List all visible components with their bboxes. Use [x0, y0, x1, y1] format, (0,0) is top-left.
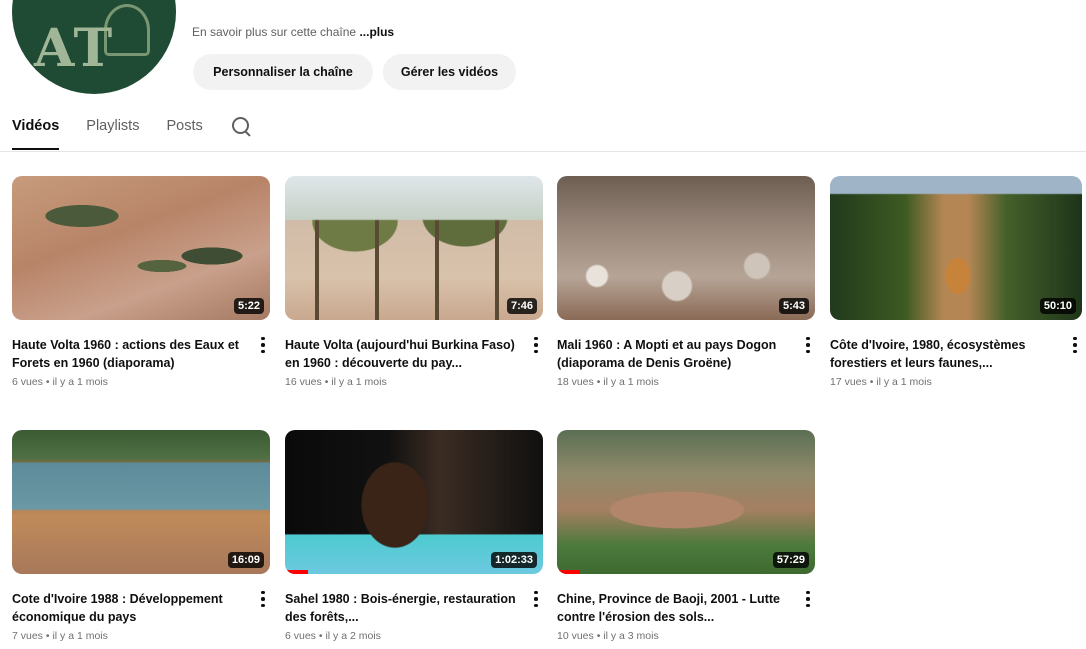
- video-card[interactable]: 5:22 Haute Volta 1960 : actions des Eaux…: [12, 176, 270, 388]
- video-duration: 1:02:33: [491, 552, 537, 568]
- video-duration: 16:09: [227, 552, 264, 568]
- more-actions-icon[interactable]: [1068, 335, 1082, 355]
- channel-about-link[interactable]: En savoir plus sur cette chaîne ...plus: [192, 25, 394, 39]
- tab-playlists[interactable]: Playlists: [86, 112, 139, 150]
- video-meta: 16 vues • il y a 1 mois: [285, 376, 387, 388]
- video-duration: 50:10: [1039, 298, 1076, 314]
- video-title[interactable]: Mali 1960 : A Mopti et au pays Dogon (di…: [557, 336, 793, 372]
- about-more-link[interactable]: ...plus: [359, 25, 394, 39]
- video-card[interactable]: 7:46 Haute Volta (aujourd'hui Burkina Fa…: [285, 176, 543, 388]
- video-meta: 10 vues • il y a 3 mois: [557, 630, 659, 642]
- video-thumbnail[interactable]: 16:09: [12, 430, 270, 574]
- video-title[interactable]: Côte d'Ivoire, 1980, écosystèmes foresti…: [830, 336, 1050, 372]
- video-card[interactable]: 57:29 Chine, Province de Baoji, 2001 - L…: [557, 430, 815, 642]
- more-actions-icon[interactable]: [801, 589, 815, 609]
- tabs-divider: [0, 151, 1086, 152]
- watch-progress-bar: [557, 570, 581, 574]
- video-title[interactable]: Sahel 1980 : Bois-énergie, restauration …: [285, 590, 521, 626]
- manage-videos-button[interactable]: Gérer les vidéos: [383, 54, 516, 90]
- video-title[interactable]: Haute Volta 1960 : actions des Eaux et F…: [12, 336, 248, 372]
- search-icon[interactable]: [230, 116, 252, 138]
- tab-videos[interactable]: Vidéos: [12, 112, 60, 150]
- video-meta: 7 vues • il y a 1 mois: [12, 630, 108, 642]
- video-duration: 57:29: [772, 552, 809, 568]
- more-actions-icon[interactable]: [529, 335, 543, 355]
- channel-avatar[interactable]: AT: [12, 0, 176, 94]
- video-meta: 6 vues • il y a 2 mois: [285, 630, 381, 642]
- video-title[interactable]: Chine, Province de Baoji, 2001 - Lutte c…: [557, 590, 793, 626]
- video-card[interactable]: 5:43 Mali 1960 : A Mopti et au pays Dogo…: [557, 176, 815, 388]
- more-actions-icon[interactable]: [256, 589, 270, 609]
- tab-posts[interactable]: Posts: [166, 112, 202, 150]
- video-card[interactable]: 1:02:33 Sahel 1980 : Bois-énergie, resta…: [285, 430, 543, 642]
- video-thumbnail[interactable]: 7:46: [285, 176, 543, 320]
- channel-logo: AT: [34, 18, 115, 79]
- video-thumbnail[interactable]: 57:29: [557, 430, 815, 574]
- video-thumbnail[interactable]: 1:02:33: [285, 430, 543, 574]
- video-card[interactable]: 50:10 Côte d'Ivoire, 1980, écosystèmes f…: [830, 176, 1082, 388]
- video-title[interactable]: Haute Volta (aujourd'hui Burkina Faso) e…: [285, 336, 521, 372]
- more-actions-icon[interactable]: [529, 589, 543, 609]
- video-card[interactable]: 16:09 Cote d'Ivoire 1988 : Développement…: [12, 430, 270, 642]
- video-duration: 5:43: [778, 298, 809, 314]
- video-duration: 7:46: [506, 298, 537, 314]
- more-actions-icon[interactable]: [801, 335, 815, 355]
- video-duration: 5:22: [233, 298, 264, 314]
- tree-logo-icon: [104, 4, 150, 56]
- customize-channel-button[interactable]: Personnaliser la chaîne: [193, 54, 373, 90]
- video-title[interactable]: Cote d'Ivoire 1988 : Développement écono…: [12, 590, 248, 626]
- channel-tabs: Vidéos Playlists Posts: [12, 112, 252, 152]
- video-thumbnail[interactable]: 5:43: [557, 176, 815, 320]
- more-actions-icon[interactable]: [256, 335, 270, 355]
- video-meta: 6 vues • il y a 1 mois: [12, 376, 108, 388]
- video-thumbnail[interactable]: 50:10: [830, 176, 1082, 320]
- video-thumbnail[interactable]: 5:22: [12, 176, 270, 320]
- video-meta: 18 vues • il y a 1 mois: [557, 376, 659, 388]
- watch-progress-bar: [285, 570, 309, 574]
- about-text: En savoir plus sur cette chaîne: [192, 25, 357, 39]
- video-meta: 17 vues • il y a 1 mois: [830, 376, 932, 388]
